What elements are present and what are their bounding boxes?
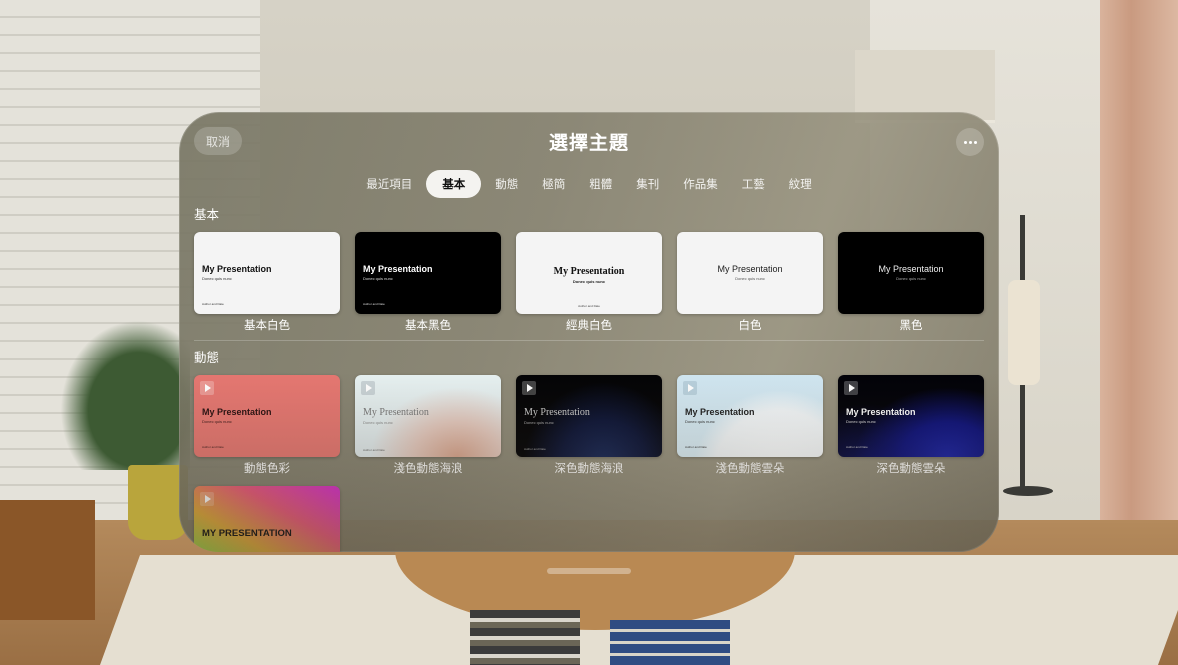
theme-thumbnail: My Presentation Donec quis nunc Author a… (516, 375, 662, 457)
theme-label: 經典白色 (566, 318, 612, 332)
theme-card-light-dynamic-clouds[interactable]: My Presentation Donec quis nunc Author a… (677, 375, 823, 475)
theme-thumbnail: My Presentation Donec quis nunc Author a… (194, 232, 340, 314)
theme-list: 基本 My Presentation Donec quis nunc Autho… (194, 204, 984, 552)
tab-bold[interactable]: 粗體 (579, 170, 622, 198)
slide-subtitle: Donec quis nunc (202, 419, 232, 424)
tab-texture[interactable]: 紋理 (779, 170, 822, 198)
theme-card-classic-white[interactable]: My Presentation Donec quis nunc Author a… (516, 232, 662, 332)
theme-label: 白色 (738, 318, 762, 332)
theme-grid-basic: My Presentation Donec quis nunc Author a… (194, 232, 984, 332)
slide-author: Author and Date (363, 302, 385, 306)
tab-minimal[interactable]: 極簡 (532, 170, 575, 198)
tote-bag (1008, 280, 1040, 385)
theme-thumbnail: My Presentation Donec quis nunc (838, 232, 984, 314)
slide-author: Author and Date (363, 448, 385, 452)
slide-subtitle: Donec quis nunc (846, 419, 876, 424)
theme-thumbnail: My Presentation Donec quis nunc Author a… (677, 375, 823, 457)
slide-title: MY PRESENTATION (202, 528, 292, 539)
theme-thumbnail: MY PRESENTATION (194, 486, 340, 552)
theme-thumbnail: My Presentation Donec quis nunc Author a… (838, 375, 984, 457)
plant (60, 320, 190, 470)
theme-thumbnail: My Presentation Donec quis nunc Author a… (355, 232, 501, 314)
theme-card-light-dynamic-wave[interactable]: My Presentation Donec quis nunc Author a… (355, 375, 501, 475)
slide-author: Author and Date (524, 447, 546, 451)
slide-subtitle: Donec quis nunc (735, 276, 765, 281)
play-icon (522, 381, 536, 395)
theme-label: 淺色動態雲朵 (715, 461, 785, 475)
theme-label: 深色動態雲朵 (876, 461, 946, 475)
theme-label: 淺色動態海浪 (393, 461, 463, 475)
slide-title: My Presentation (846, 407, 916, 417)
play-icon (683, 381, 697, 395)
tab-dynamic[interactable]: 動態 (485, 170, 528, 198)
slide-title: My Presentation (524, 407, 590, 418)
slide-title: My Presentation (202, 264, 272, 274)
curtain (1100, 0, 1178, 540)
theme-grid-dynamic: My Presentation Donec quis nunc Author a… (194, 375, 984, 475)
more-options-button[interactable] (956, 128, 984, 156)
tab-basic[interactable]: 基本 (426, 170, 482, 198)
slide-title: My Presentation (363, 264, 433, 274)
theme-label: 基本白色 (244, 318, 290, 332)
slide-author: Author and Date (846, 445, 868, 449)
theme-thumbnail: My Presentation Donec quis nunc (677, 232, 823, 314)
section-title-dynamic: 動態 (194, 350, 220, 365)
slide-title: My Presentation (717, 264, 783, 274)
theme-label: 黑色 (899, 318, 923, 332)
play-icon (844, 381, 858, 395)
slide-title: My Presentation (363, 407, 429, 418)
tab-recent[interactable]: 最近項目 (356, 170, 422, 198)
slide-title: My Presentation (202, 407, 272, 417)
slide-subtitle: Donec quis nunc (363, 276, 393, 281)
theme-card-dynamic-color[interactable]: My Presentation Donec quis nunc Author a… (194, 375, 340, 475)
category-tabs: 最近項目 基本 動態 極簡 粗體 集刊 作品集 工藝 紋理 (179, 170, 999, 198)
ellipsis-dot (968, 140, 972, 144)
window-title: 選擇主題 (548, 132, 629, 154)
theme-grid-dynamic-row2: MY PRESENTATION (194, 486, 984, 552)
slide-subtitle: Donec quis nunc (685, 419, 715, 424)
slide-author: Author and Date (578, 304, 600, 308)
window-grab-bar[interactable] (547, 568, 631, 574)
theme-card-dark-dynamic-wave[interactable]: My Presentation Donec quis nunc Author a… (516, 375, 662, 475)
slide-subtitle: Donec quis nunc (363, 420, 393, 425)
theme-chooser-window: 取消 選擇主題 最近項目 基本 動態 極簡 粗體 集刊 作品集 工藝 紋理 基本… (179, 112, 999, 552)
tab-editorial[interactable]: 集刊 (626, 170, 669, 198)
theme-label: 基本黑色 (405, 318, 451, 332)
theme-card-black[interactable]: My Presentation Donec quis nunc 黑色 (838, 232, 984, 332)
theme-card-basic-black[interactable]: My Presentation Donec quis nunc Author a… (355, 232, 501, 332)
slide-subtitle: Donec quis nunc (202, 276, 232, 281)
theme-label: 深色動態海浪 (554, 461, 624, 475)
section-divider (194, 340, 984, 341)
coat-rack-base (1003, 486, 1053, 496)
theme-card-dark-dynamic-clouds[interactable]: My Presentation Donec quis nunc Author a… (838, 375, 984, 475)
ellipsis-icon (963, 140, 967, 144)
theme-card-basic-white[interactable]: My Presentation Donec quis nunc Author a… (194, 232, 340, 332)
section-title-basic: 基本 (194, 207, 220, 222)
book-stack (470, 610, 580, 665)
play-icon (200, 381, 214, 395)
slide-title: My Presentation (878, 264, 944, 274)
theme-thumbnail: My Presentation Donec quis nunc Author a… (355, 375, 501, 457)
slide-subtitle: Donec quis nunc (896, 276, 926, 281)
tab-portfolio[interactable]: 作品集 (673, 170, 728, 198)
slide-subtitle: Donec quis nunc (524, 420, 554, 425)
ellipsis-dot (973, 140, 977, 144)
theme-thumbnail: My Presentation Donec quis nunc Author a… (516, 232, 662, 314)
slide-title: My Presentation (553, 266, 625, 277)
slide-subtitle: Donec quis nunc (572, 279, 606, 284)
slide-title: My Presentation (685, 407, 755, 417)
play-icon (361, 381, 375, 395)
theme-card-gradient[interactable]: MY PRESENTATION (194, 486, 340, 552)
play-icon (200, 492, 214, 506)
theme-card-white[interactable]: My Presentation Donec quis nunc 白色 (677, 232, 823, 332)
tab-craft[interactable]: 工藝 (732, 170, 775, 198)
book-stack (610, 620, 730, 665)
slide-author: Author and Date (685, 445, 707, 449)
theme-label: 動態色彩 (244, 461, 290, 475)
theme-thumbnail: My Presentation Donec quis nunc Author a… (194, 375, 340, 457)
sideboard (0, 500, 95, 620)
slide-author: Author and Date (202, 302, 224, 306)
slide-author: Author and Date (202, 445, 224, 449)
